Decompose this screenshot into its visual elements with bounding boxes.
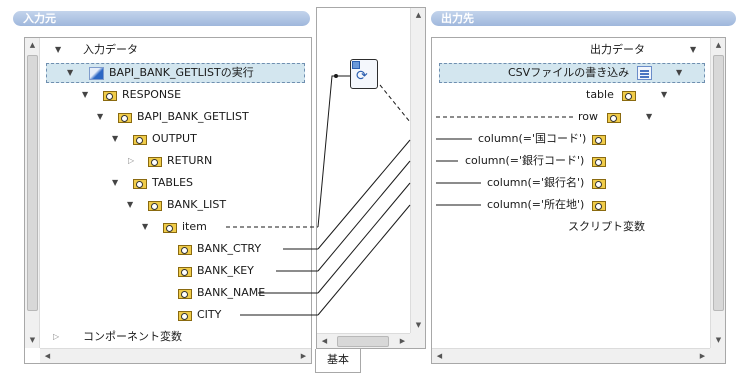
scroll-right-icon[interactable]: ▶ bbox=[395, 334, 410, 348]
source-panel-title: 入力元 bbox=[23, 12, 56, 25]
tree-node-label: RETURN bbox=[167, 154, 213, 167]
mapping-function-icon[interactable]: ⟳ bbox=[350, 59, 378, 89]
scroll-down-icon[interactable]: ▼ bbox=[411, 318, 425, 333]
expand-down-icon[interactable]: ▼ bbox=[112, 174, 118, 192]
folder-icon bbox=[592, 177, 607, 189]
tree-node-label: コンポーネント変数 bbox=[83, 330, 182, 343]
target-panel-title: 出力先 bbox=[441, 12, 474, 25]
tree-node-label: column(='国コード') bbox=[478, 132, 587, 145]
expand-down-icon[interactable]: ▼ bbox=[661, 86, 667, 104]
tree-node-label: OUTPUT bbox=[152, 132, 197, 145]
tree-node-label: column(='銀行コード') bbox=[465, 154, 585, 167]
expand-down-icon[interactable]: ▼ bbox=[55, 41, 61, 59]
expand-right-icon[interactable]: ▷ bbox=[128, 152, 134, 170]
expand-down-icon[interactable]: ▼ bbox=[97, 108, 103, 126]
folder-icon bbox=[103, 89, 118, 101]
folder-icon bbox=[118, 111, 133, 123]
folder-icon bbox=[178, 287, 193, 299]
scroll-left-icon[interactable]: ◀ bbox=[317, 334, 332, 348]
target-panel-header: 出力先 bbox=[431, 11, 736, 26]
expand-down-icon[interactable]: ▼ bbox=[82, 86, 88, 104]
tab-label: 基本 bbox=[327, 353, 349, 366]
sap-component-icon bbox=[89, 67, 104, 80]
scroll-left-icon[interactable]: ◀ bbox=[432, 349, 447, 363]
tree-node-label: column(='銀行名') bbox=[487, 176, 585, 189]
tree-node-label: RESPONSE bbox=[122, 88, 182, 101]
scrollbar-corner bbox=[410, 333, 425, 348]
folder-icon bbox=[133, 177, 148, 189]
tree-node-label: BANK_CTRY bbox=[197, 242, 262, 255]
scroll-down-icon[interactable]: ▼ bbox=[25, 333, 40, 348]
tree-node-label: table bbox=[586, 88, 614, 101]
tree-node-label: CITY bbox=[197, 308, 222, 321]
scroll-down-icon[interactable]: ▼ bbox=[711, 333, 725, 348]
tab-basic[interactable]: 基本 bbox=[315, 349, 361, 373]
scrollbar-thumb[interactable] bbox=[713, 55, 724, 311]
tree-node-label: BANK_KEY bbox=[197, 264, 254, 277]
scroll-left-icon[interactable]: ◀ bbox=[40, 349, 55, 363]
tree-node-label: BAPI_BANK_GETLISTの実行 bbox=[109, 66, 254, 79]
folder-icon bbox=[592, 133, 607, 145]
tree-node-label: 出力データ bbox=[590, 43, 645, 56]
scroll-right-icon[interactable]: ▶ bbox=[296, 349, 311, 363]
source-tree-panel[interactable]: ▼ 入力データ ▼ BAPI_BANK_GETLISTの実行 ▼ RESPONS… bbox=[24, 37, 312, 364]
expand-down-icon[interactable]: ▼ bbox=[127, 196, 133, 214]
folder-icon bbox=[178, 243, 193, 255]
tree-node-label: row bbox=[578, 110, 599, 123]
tree-node-label: スクリプト変数 bbox=[568, 220, 645, 233]
scrollbar-thumb[interactable] bbox=[337, 336, 389, 347]
tree-node-label: column(='所在地') bbox=[487, 198, 585, 211]
folder-icon bbox=[622, 89, 637, 101]
folder-icon bbox=[163, 221, 178, 233]
scrollbar-corner bbox=[710, 348, 725, 363]
source-panel-header: 入力元 bbox=[13, 11, 310, 26]
folder-icon bbox=[133, 133, 148, 145]
expand-down-icon[interactable]: ▼ bbox=[112, 130, 118, 148]
expand-down-icon[interactable]: ▼ bbox=[142, 218, 148, 236]
tree-node-label: item bbox=[182, 220, 207, 233]
folder-icon bbox=[148, 199, 163, 211]
scrollbar-thumb[interactable] bbox=[27, 55, 38, 311]
scroll-up-icon[interactable]: ▲ bbox=[411, 8, 425, 23]
expand-down-icon[interactable]: ▼ bbox=[676, 64, 682, 82]
tree-node-label: BAPI_BANK_GETLIST bbox=[137, 110, 249, 123]
tree-node-label: BANK_LIST bbox=[167, 198, 227, 211]
source-vertical-scrollbar[interactable]: ▲ ▼ bbox=[25, 38, 40, 348]
tree-node-label: 入力データ bbox=[83, 43, 138, 56]
folder-icon bbox=[592, 199, 607, 211]
scroll-up-icon[interactable]: ▲ bbox=[25, 38, 40, 53]
tree-node-label: CSVファイルの書き込み bbox=[508, 66, 630, 79]
target-tree-panel[interactable]: 出力データ ▼ CSVファイルの書き込み ▼ table ▼ row ▼ col… bbox=[431, 37, 726, 364]
tree-node-label: TABLES bbox=[152, 176, 193, 189]
expand-down-icon[interactable]: ▼ bbox=[646, 108, 652, 126]
small-marker-icon bbox=[352, 61, 360, 69]
folder-icon bbox=[178, 309, 193, 321]
source-horizontal-scrollbar[interactable]: ◀ ▶ bbox=[40, 348, 311, 363]
mapping-horizontal-scrollbar[interactable]: ◀ ▶ bbox=[317, 333, 410, 348]
refresh-arrows-icon: ⟳ bbox=[356, 68, 368, 84]
tree-node-label: BANK_NAME bbox=[197, 286, 266, 299]
scroll-right-icon[interactable]: ▶ bbox=[695, 349, 710, 363]
folder-icon bbox=[592, 155, 607, 167]
folder-icon bbox=[607, 111, 622, 123]
csv-file-icon bbox=[637, 66, 652, 80]
folder-icon bbox=[148, 155, 163, 167]
target-vertical-scrollbar[interactable]: ▲ ▼ bbox=[710, 38, 725, 348]
folder-icon bbox=[178, 265, 193, 277]
expand-down-icon[interactable]: ▼ bbox=[67, 64, 73, 82]
expand-right-icon[interactable]: ▷ bbox=[53, 328, 59, 346]
expand-down-icon[interactable]: ▼ bbox=[690, 41, 696, 59]
scroll-up-icon[interactable]: ▲ bbox=[711, 38, 725, 53]
target-horizontal-scrollbar[interactable]: ◀ ▶ bbox=[432, 348, 710, 363]
mapping-vertical-scrollbar[interactable]: ▲ ▼ bbox=[410, 8, 425, 333]
